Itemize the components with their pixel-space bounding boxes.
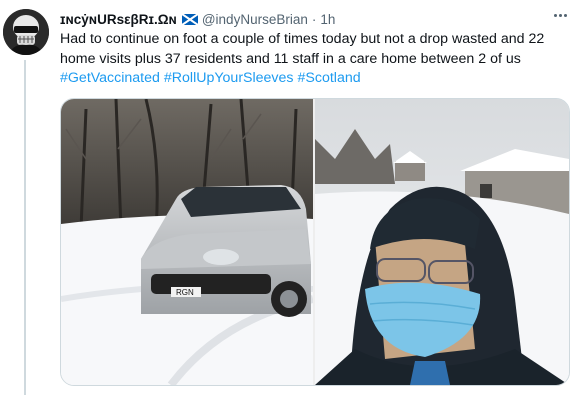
avatar[interactable] [3,9,49,55]
hashtags: #GetVaccinated #RollUpYourSleeves #Scotlan… [60,69,570,89]
timestamp[interactable]: 1h [320,12,335,27]
media-grid: RGN [60,98,570,386]
tweet-text: Had to continue on foot a couple of time… [60,30,570,89]
more-options-icon[interactable] [550,8,570,22]
tweet-header: ɪɴᴄẏɴURsεβRɪ.Ωɴ @indyNurseBrian · 1h [60,10,335,28]
user-handle[interactable]: @indyNurseBrian [202,12,308,27]
thread-line [24,60,26,395]
tweet-body: Had to continue on foot a couple of time… [60,31,545,67]
hashtag-link[interactable]: #GetVaccinated [60,70,160,86]
photo-selfie-in-snow[interactable] [315,99,569,385]
photo-car-in-snow[interactable]: RGN [61,99,313,385]
license-plate-text: RGN [176,288,194,297]
skull-avatar-icon [3,9,49,55]
hashtag-link[interactable]: #RollUpYourSleeves [164,70,294,86]
hashtag-link[interactable]: #Scotland [298,70,361,86]
separator: · [311,11,317,27]
display-name[interactable]: ɪɴᴄẏɴURsεβRɪ.Ωɴ [60,12,177,27]
scotland-flag-icon [181,13,198,25]
